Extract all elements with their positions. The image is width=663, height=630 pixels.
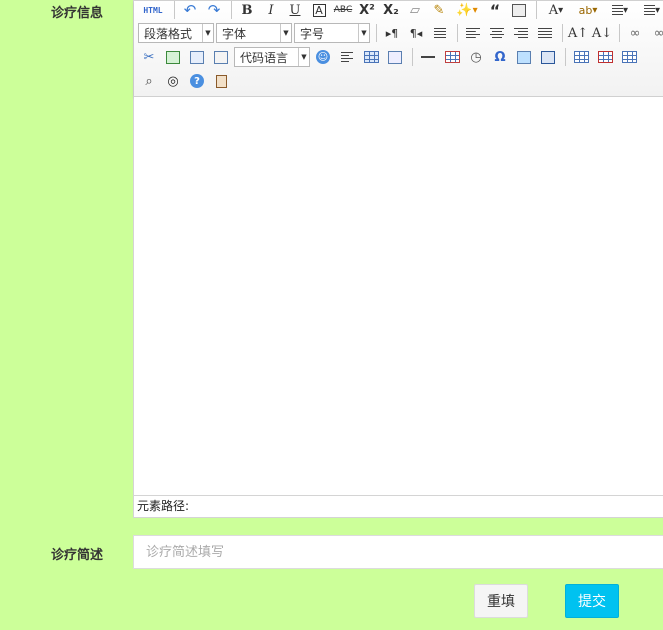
font-border-icon[interactable]: A [308,0,330,21]
date-icon[interactable] [441,46,463,68]
auto-format-icon[interactable]: ✨ ▾ [452,0,482,21]
redo-icon[interactable]: ↷ [203,0,225,21]
html-button-label: HTML [143,5,163,15]
editor-toolbar: HTML ↶ ↷ B I U A ABC X² X₂ ▱ ✎ ✨ ▾ “ A ▾ a… [134,1,663,97]
align-left-icon[interactable] [462,22,484,44]
font-family-value: 字体 [222,26,247,41]
toolbar-separator [565,48,566,66]
paste-plain-icon[interactable] [508,0,530,21]
align-right-icon[interactable] [510,22,532,44]
element-path-bar: 元素路径: [134,495,663,517]
map-icon[interactable] [513,46,535,68]
help-icon[interactable]: ? [186,70,208,92]
chevron-down-icon: ▼ [358,24,369,42]
preview-icon[interactable]: ◎ [162,70,184,92]
horizontal-rule-icon[interactable] [417,46,439,68]
link-icon[interactable]: ∞ [624,22,646,44]
template-icon[interactable] [360,46,382,68]
multi-image-icon[interactable] [210,46,232,68]
italic-icon[interactable]: I [260,0,282,21]
page-break-icon[interactable] [336,46,358,68]
unordered-list-icon[interactable]: ▾ [637,0,663,21]
submit-button[interactable]: 提交 [565,584,619,618]
unlink-icon[interactable]: ∞ [648,22,663,44]
attachment-icon[interactable]: ✂ [138,46,160,68]
lowercase-icon[interactable]: A↓ [591,22,613,44]
toolbar-separator [412,48,413,66]
font-color-icon[interactable]: A ▾ [541,0,571,21]
toolbar-separator [562,24,563,42]
font-size-select[interactable]: 字号 ▼ [294,23,370,43]
special-char-icon[interactable]: Ω [489,46,511,68]
align-justify-icon[interactable] [534,22,556,44]
uppercase-icon[interactable]: A↑ [567,22,589,44]
insert-image-icon[interactable] [186,46,208,68]
time-icon[interactable]: ◷ [465,46,487,68]
bold-icon[interactable]: B [236,0,258,21]
background-icon[interactable] [384,46,406,68]
toolbar-separator [376,24,377,42]
undo-icon[interactable]: ↶ [179,0,201,21]
rtl-icon[interactable]: ¶◂ [405,22,427,44]
brief-input[interactable] [133,535,663,569]
paragraph-format-value: 段落格式 [144,26,193,41]
font-size-value: 字号 [300,26,325,41]
toolbar-separator [231,1,232,19]
field-label-brief: 诊疗简述 [50,548,103,563]
indent-icon[interactable] [429,22,451,44]
format-brush-icon[interactable]: ✎ [428,0,450,21]
code-language-value: 代码语言 [240,50,289,65]
delete-table-icon[interactable] [594,46,616,68]
toolbar-row-2: 段落格式 ▼ 字体 ▼ 字号 ▼ ▸¶ ¶◂ A↑ A↓ ∞ ∞ [138,21,663,45]
source-code-icon[interactable]: HTML [138,0,168,21]
toolbar-separator [536,1,537,19]
paragraph-format-select[interactable]: 段落格式 ▼ [138,23,214,43]
subscript-icon[interactable]: X₂ [380,0,402,21]
eraser-icon[interactable]: ▱ [404,0,426,21]
image-icon[interactable] [162,46,184,68]
toolbar-separator [174,1,175,19]
font-family-select[interactable]: 字体 ▼ [216,23,292,43]
underline-icon[interactable]: U [284,0,306,21]
emotion-icon[interactable]: ☺ [312,46,334,68]
insert-table-icon[interactable] [570,46,592,68]
chevron-down-icon: ▼ [280,24,291,42]
draft-icon[interactable] [210,70,232,92]
chevron-down-icon: ▼ [202,24,213,42]
toolbar-row-4: ⌕ ◎ ? [138,69,234,93]
editor-content-area[interactable] [134,97,663,495]
blockquote-icon[interactable]: “ [484,0,506,21]
toolbar-row-1: HTML ↶ ↷ B I U A ABC X² X₂ ▱ ✎ ✨ ▾ “ A ▾ a… [138,0,663,22]
strikethrough-icon[interactable]: ABC [332,0,354,21]
toolbar-separator [457,24,458,42]
highlight-icon[interactable]: ab ▾ [573,0,603,21]
chevron-down-icon: ▼ [298,48,309,66]
field-label-info: 诊疗信息 [50,6,103,21]
ordered-list-icon[interactable]: ▾ [605,0,635,21]
toolbar-row-3: ✂ 代码语言 ▼ ☺ ◷ Ω [138,45,642,69]
search-replace-icon[interactable]: ⌕ [138,70,160,92]
word-image-icon[interactable] [537,46,559,68]
ltr-icon[interactable]: ▸¶ [381,22,403,44]
superscript-icon[interactable]: X² [356,0,378,21]
table-title-icon[interactable] [618,46,640,68]
code-language-select[interactable]: 代码语言 ▼ [234,47,310,67]
element-path-label: 元素路径: [137,499,190,513]
toolbar-separator [619,24,620,42]
rich-text-editor: HTML ↶ ↷ B I U A ABC X² X₂ ▱ ✎ ✨ ▾ “ A ▾ a… [133,0,663,518]
align-center-icon[interactable] [486,22,508,44]
reset-button[interactable]: 重填 [474,584,528,618]
